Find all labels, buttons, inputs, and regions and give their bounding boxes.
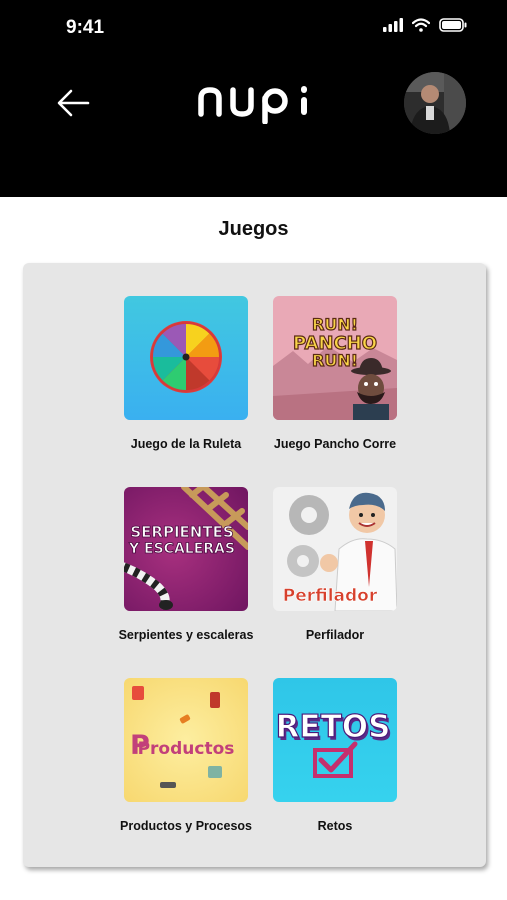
game-label: Serpientes y escaleras xyxy=(118,628,254,642)
game-thumbnail xyxy=(124,296,248,420)
svg-text:RETOS: RETOS xyxy=(276,709,391,745)
game-label: Juego Pancho Corre xyxy=(273,437,397,451)
nupi-logo xyxy=(195,80,313,125)
game-card-serpientes[interactable]: SERPIENTES Y ESCALERAS Serpientes y esca… xyxy=(106,487,266,642)
game-thumbnail: RETOS RETOS xyxy=(273,678,397,802)
roulette-wheel-icon xyxy=(150,321,222,393)
game-thumbnail: P Productos xyxy=(124,678,248,802)
game-thumbnail: Perfilador xyxy=(273,487,397,611)
svg-text:Productos: Productos xyxy=(138,739,235,759)
svg-text:RUN!: RUN! xyxy=(312,351,358,370)
battery-icon xyxy=(439,18,467,32)
back-button[interactable] xyxy=(55,86,91,120)
game-card-ruleta[interactable]: Juego de la Ruleta xyxy=(106,296,266,451)
svg-text:RUN!: RUN! xyxy=(312,315,358,334)
game-card-pancho-corre[interactable]: RUN! PANCHO RUN! Juego Pancho Corre xyxy=(255,296,415,451)
game-card-retos[interactable]: RETOS RETOS Retos xyxy=(255,678,415,833)
game-card-perfilador[interactable]: Perfilador Perfilador xyxy=(255,487,415,642)
svg-text:Perfilador: Perfilador xyxy=(283,586,378,606)
game-label: Productos y Procesos xyxy=(120,819,252,833)
status-icons xyxy=(383,18,467,32)
game-card-productos[interactable]: P Productos Productos y Procesos xyxy=(106,678,266,833)
game-thumbnail: RUN! PANCHO RUN! xyxy=(273,296,397,420)
user-avatar[interactable] xyxy=(404,72,466,134)
app-header: 9:41 xyxy=(0,0,507,197)
arrow-left-icon xyxy=(57,89,90,117)
wifi-icon xyxy=(412,18,430,32)
game-label: Perfilador xyxy=(305,628,365,642)
svg-text:Y ESCALERAS: Y ESCALERAS xyxy=(128,541,235,557)
svg-text:SERPIENTES: SERPIENTES xyxy=(130,523,233,541)
game-thumbnail: SERPIENTES Y ESCALERAS xyxy=(124,487,248,611)
signal-icon xyxy=(383,18,403,32)
games-grid: Juego de la Ruleta RUN! PANCHO RUN! Jueg… xyxy=(23,263,486,867)
page-title: Juegos xyxy=(218,218,289,240)
game-label: Retos xyxy=(317,819,353,833)
status-time: 9:41 xyxy=(66,17,105,38)
game-label: Juego de la Ruleta xyxy=(130,437,242,451)
